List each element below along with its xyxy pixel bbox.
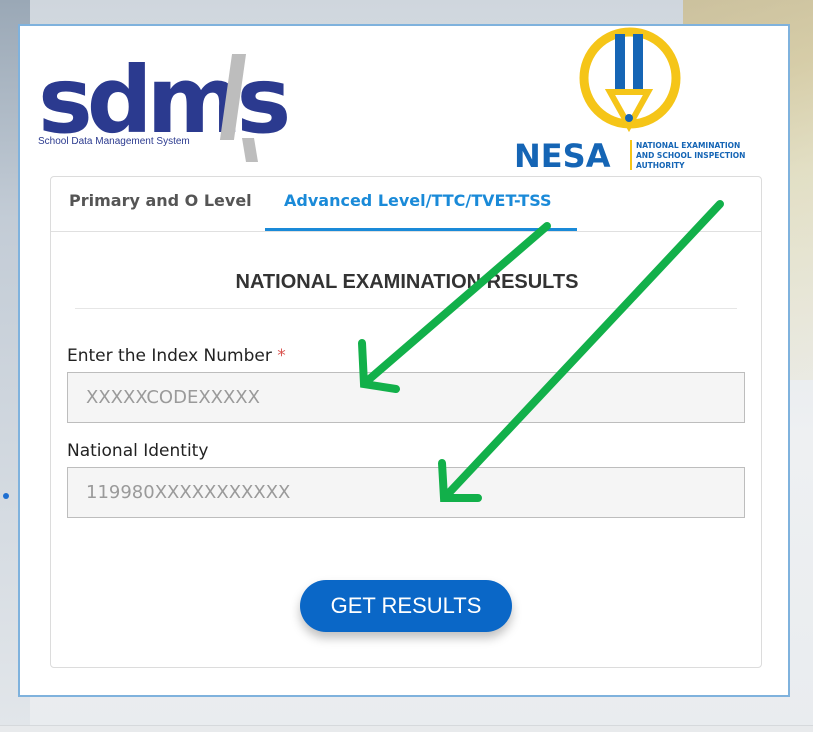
tab-primary-o-level[interactable]: Primary and O Level	[69, 191, 252, 210]
results-panel: sdms School Data Management System NESA …	[18, 24, 790, 697]
required-mark: *	[277, 346, 286, 366]
national-identity-input[interactable]	[67, 467, 745, 518]
form-title: NATIONAL EXAMINATION RESULTS	[235, 271, 579, 293]
title-divider	[75, 308, 737, 309]
get-results-button[interactable]: GET RESULTS	[300, 580, 512, 632]
national-identity-label: National Identity	[67, 441, 209, 461]
exam-results-card: Primary and O Level Advanced Level/TTC/T…	[50, 176, 762, 668]
nesa-logo-line2: AND SCHOOL INSPECTION	[636, 151, 745, 160]
nesa-logo-line3: AUTHORITY	[636, 161, 685, 170]
nesa-logo: NESA NATIONAL EXAMINATION AND SCHOOL INS…	[514, 27, 745, 175]
index-number-label: Enter the Index Number *	[67, 346, 286, 366]
nesa-logo-text: NESA	[514, 137, 611, 175]
index-number-label-text: Enter the Index Number	[67, 346, 272, 366]
index-number-input[interactable]	[67, 372, 745, 423]
nesa-logo-line1: NATIONAL EXAMINATION	[636, 141, 740, 150]
active-tab-indicator	[265, 228, 577, 231]
sdms-logo-tagline: School Data Management System	[38, 136, 190, 147]
sdms-logo: sdms School Data Management System	[38, 47, 293, 162]
page-footer-strip	[0, 725, 813, 732]
carousel-dot[interactable]	[3, 493, 9, 499]
tab-advanced-level[interactable]: Advanced Level/TTC/TVET-TSS	[284, 191, 552, 210]
level-tabs: Primary and O Level Advanced Level/TTC/T…	[51, 177, 761, 232]
